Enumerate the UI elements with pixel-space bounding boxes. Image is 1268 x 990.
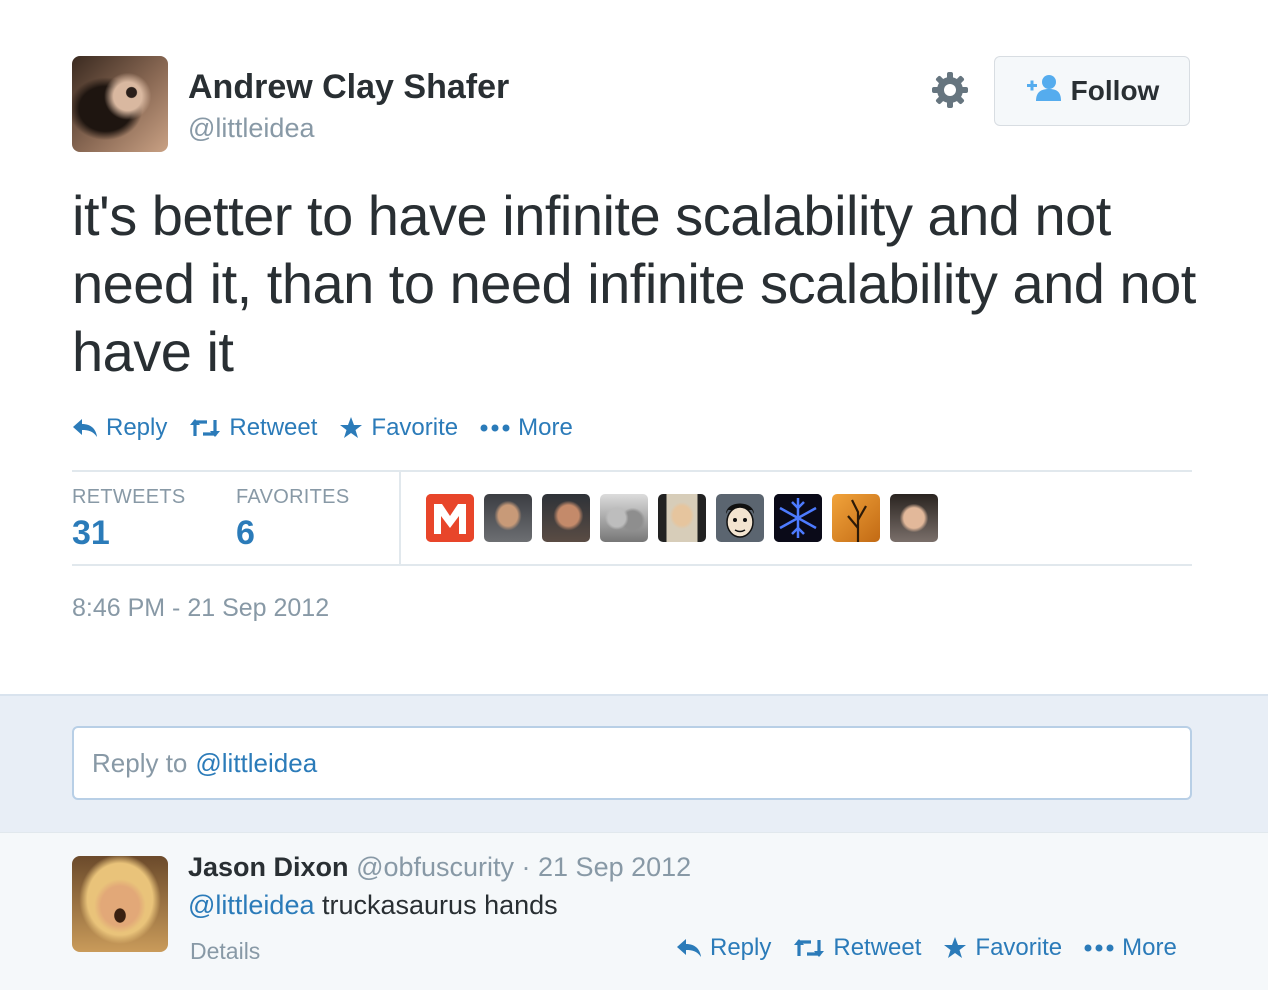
reply-meta[interactable]: @obfuscurity · 21 Sep 2012 <box>356 852 691 882</box>
star-icon <box>943 936 967 960</box>
reply-author-avatar[interactable] <box>72 856 168 952</box>
star-icon <box>339 416 363 440</box>
reply-icon <box>72 417 98 439</box>
retweet-icon <box>189 417 221 439</box>
follow-button[interactable]: Follow <box>994 56 1190 126</box>
retweet-label: Retweet <box>833 934 922 961</box>
more-label: More <box>1122 934 1177 961</box>
reply-action[interactable]: Reply <box>72 414 167 442</box>
tweet-text: it's better to have infinite scalability… <box>72 184 1196 383</box>
divider <box>72 564 1192 566</box>
favoriter-avatar[interactable] <box>426 494 474 542</box>
more-dots-icon <box>480 423 510 433</box>
reply-text-mention[interactable]: @littleidea <box>188 890 314 920</box>
gear-icon[interactable] <box>930 70 970 110</box>
more-label: More <box>518 414 573 441</box>
author-avatar[interactable] <box>72 56 168 152</box>
follow-label: Follow <box>1070 75 1160 106</box>
more-dots-icon <box>1084 943 1114 953</box>
favoriter-avatar[interactable] <box>890 494 938 542</box>
favorites-label: FAVORITES <box>236 486 350 508</box>
favoriter-avatar[interactable] <box>542 494 590 542</box>
favoriter-avatar[interactable] <box>600 494 648 542</box>
author-handle[interactable]: @littleidea <box>188 113 314 144</box>
reply-input[interactable]: Reply to @littleidea <box>72 726 1192 800</box>
reply-action[interactable]: Reply <box>676 934 771 962</box>
tweet-actions: Reply Retweet Favorite More <box>72 414 573 442</box>
reply-header: Jason Dixon @obfuscurity · 21 Sep 2012 <box>188 852 691 883</box>
reply-text-body: truckasaurus hands <box>322 890 558 920</box>
reply-prefix: Reply to <box>92 747 188 778</box>
favoriter-avatar[interactable] <box>716 494 764 542</box>
retweet-action[interactable]: Retweet <box>793 934 921 962</box>
favoriter-avatar[interactable] <box>832 494 880 542</box>
reply-label: Reply <box>106 414 168 441</box>
favoriter-avatar[interactable] <box>658 494 706 542</box>
favorites-count[interactable]: 6 <box>236 514 255 553</box>
stats-divider <box>399 472 401 564</box>
favorite-label: Favorite <box>371 414 459 441</box>
details-link[interactable]: Details <box>190 938 260 965</box>
add-user-icon <box>1025 74 1061 109</box>
author-name[interactable]: Andrew Clay Shafer <box>188 68 509 107</box>
favorite-label: Favorite <box>975 934 1063 961</box>
tweet-timestamp: 8:46 PM - 21 Sep 2012 <box>72 594 330 622</box>
more-action[interactable]: More <box>1084 934 1177 962</box>
favoriter-avatar[interactable] <box>484 494 532 542</box>
retweet-action[interactable]: Retweet <box>189 414 317 442</box>
retweets-count[interactable]: 31 <box>72 514 110 553</box>
retweet-label: Retweet <box>229 414 318 441</box>
reply-mention: @littleidea <box>195 747 318 778</box>
divider <box>72 470 1192 472</box>
retweet-icon <box>793 937 825 959</box>
reply-icon <box>676 937 702 959</box>
favorite-action[interactable]: Favorite <box>943 934 1062 962</box>
reply-author-name[interactable]: Jason Dixon <box>188 852 349 882</box>
more-action[interactable]: More <box>480 414 573 442</box>
favoriter-avatar[interactable] <box>774 494 822 542</box>
retweets-label: RETWEETS <box>72 486 186 508</box>
reply-label: Reply <box>710 934 772 961</box>
favorite-action[interactable]: Favorite <box>339 414 458 442</box>
reply-text: @littleidea truckasaurus hands <box>188 890 558 921</box>
reply-tweet-actions: Reply Retweet Favorite More <box>676 934 1177 962</box>
